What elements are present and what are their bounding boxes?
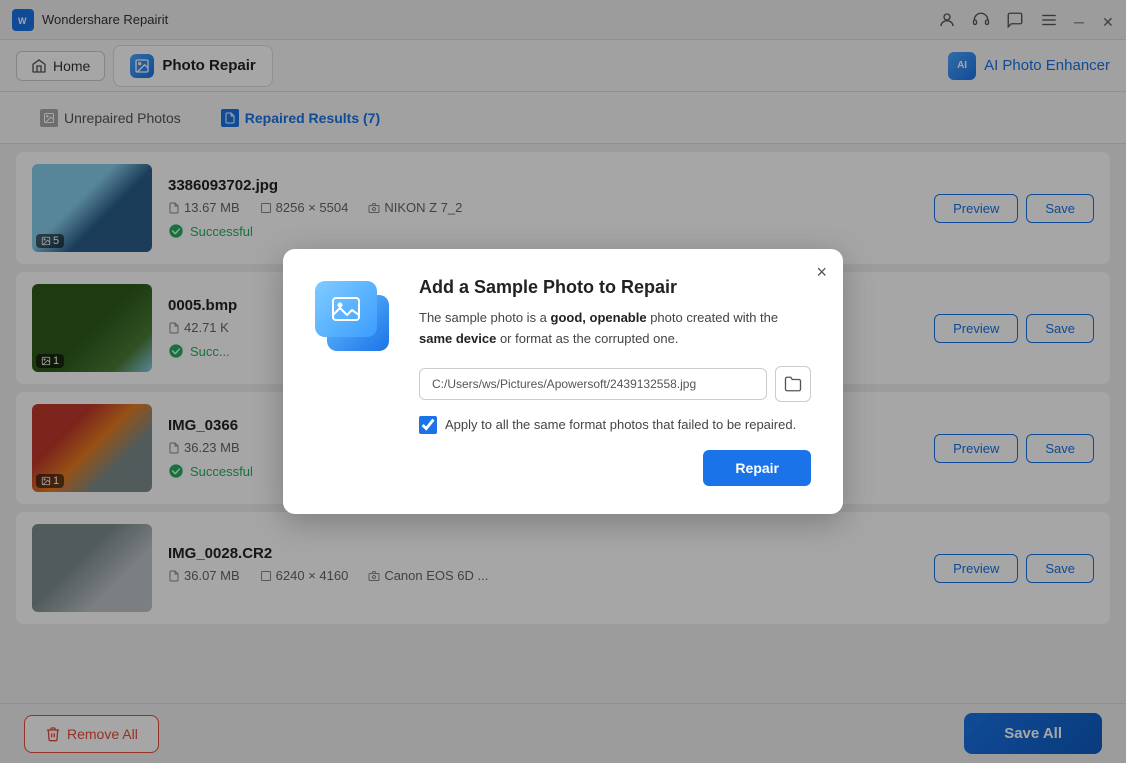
icon-front-card: [315, 281, 377, 337]
apply-all-checkbox[interactable]: [419, 416, 437, 434]
apply-all-label: Apply to all the same format photos that…: [445, 417, 796, 432]
browse-button[interactable]: [775, 366, 811, 402]
dialog-actions: Repair: [419, 450, 811, 486]
repair-button[interactable]: Repair: [703, 450, 811, 486]
sample-photo-path-input[interactable]: [419, 368, 767, 400]
dialog-title: Add a Sample Photo to Repair: [419, 277, 811, 298]
dialog-close-button[interactable]: ×: [816, 263, 827, 281]
dialog-body: Add a Sample Photo to Repair The sample …: [315, 277, 811, 486]
image-icon: [331, 295, 361, 323]
sample-photo-dialog: × Add a Sample Photo to Repair Th: [283, 249, 843, 514]
dialog-illustration: [315, 277, 395, 357]
dialog-checkbox-row: Apply to all the same format photos that…: [419, 416, 811, 434]
modal-overlay: × Add a Sample Photo to Repair Th: [0, 0, 1126, 763]
dialog-content: Add a Sample Photo to Repair The sample …: [419, 277, 811, 486]
folder-icon: [784, 375, 802, 393]
dialog-description: The sample photo is a good, openable pho…: [419, 308, 811, 350]
dialog-input-row: [419, 366, 811, 402]
